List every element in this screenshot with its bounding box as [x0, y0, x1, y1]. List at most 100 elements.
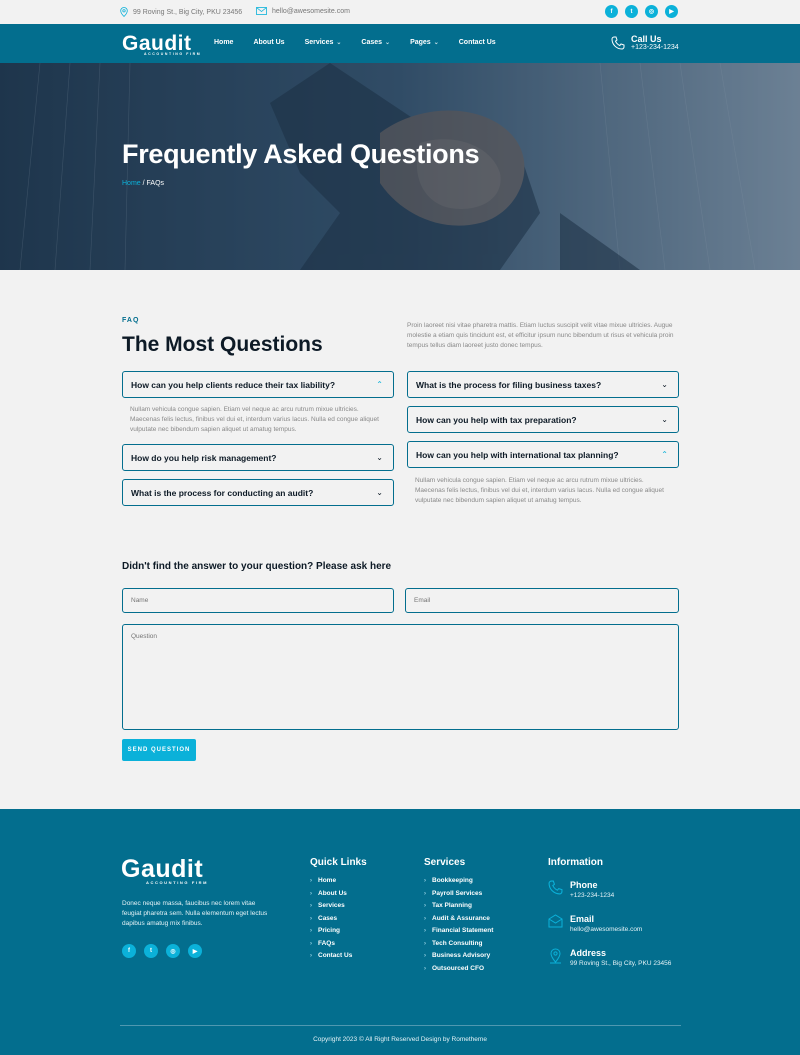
- topbar-email[interactable]: hello@awesomesite.com: [256, 7, 350, 15]
- nav-home-label: Home: [214, 39, 234, 46]
- instagram-icon[interactable]: ◎: [645, 5, 658, 18]
- footer-logo[interactable]: Gaudit Accounting Firm: [121, 855, 208, 886]
- chevron-right-icon: ›: [424, 940, 426, 947]
- faq-answer: Nullam vehicula congue sapien. Etiam vel…: [130, 406, 379, 433]
- nav-about[interactable]: About Us: [253, 39, 284, 46]
- chevron-right-icon: ›: [424, 915, 426, 922]
- faq-item-risk-management[interactable]: How do you help risk management? ⌄: [122, 444, 394, 471]
- footer-logo-wordmark: Gaudit: [121, 855, 204, 883]
- chevron-down-icon: ⌄: [433, 40, 439, 46]
- footer-service-audit[interactable]: › Audit & Assurance: [424, 913, 493, 926]
- chevron-right-icon: ›: [424, 953, 426, 959]
- footer-service-business-advisory[interactable]: › Business Advisory: [424, 950, 493, 963]
- site-footer: Gaudit Accounting Firm Donec neque massa…: [0, 809, 800, 1055]
- footer-service-bookkeeping[interactable]: › Bookkeeping: [424, 875, 493, 888]
- footer-link-pricing[interactable]: › Pricing: [310, 925, 352, 938]
- facebook-icon[interactable]: f: [122, 944, 136, 958]
- phone-icon: [548, 880, 563, 895]
- footer-link-about[interactable]: › About Us: [310, 888, 352, 901]
- site-logo[interactable]: Gaudit Accounting Firm: [122, 33, 201, 56]
- footer-link-contact[interactable]: › Contact Us: [310, 950, 352, 963]
- chevron-up-icon: ⌃: [661, 450, 668, 459]
- faq-eyebrow: FAQ: [122, 317, 140, 324]
- chevron-right-icon: ›: [424, 965, 426, 972]
- nav-services[interactable]: Services ⌄: [305, 39, 342, 46]
- call-us[interactable]: Call Us +123-234-1234: [611, 34, 679, 51]
- footer-service-tech-consulting[interactable]: › Tech Consulting: [424, 938, 493, 951]
- send-question-button[interactable]: SEND QUESTION: [122, 739, 196, 761]
- question-form-title: Didn't find the answer to your question?…: [122, 561, 392, 572]
- main-nav: Home About Us Services ⌄ Cases ⌄ Pages ⌄ Co…: [214, 39, 516, 46]
- faq-item-international-tax[interactable]: How can you help with international tax …: [407, 441, 679, 468]
- faq-question: How can you help with international tax …: [416, 449, 619, 460]
- quick-links-list: › Home › About Us › Services › Cases › Pricin…: [310, 875, 352, 963]
- chevron-right-icon: ›: [424, 928, 426, 934]
- instagram-icon[interactable]: ◎: [166, 944, 180, 958]
- chevron-right-icon: ›: [310, 878, 312, 884]
- location-pin-icon: [550, 948, 561, 964]
- chevron-down-icon: ⌄: [661, 380, 668, 389]
- nav-contact-label: Contact Us: [458, 39, 496, 46]
- facebook-icon[interactable]: f: [605, 5, 618, 18]
- nav-contact[interactable]: Contact Us: [459, 39, 496, 46]
- topbar-email-text[interactable]: hello@awesomesite.com: [272, 8, 350, 15]
- faq-question: How can you help with tax preparation?: [416, 414, 577, 425]
- youtube-icon[interactable]: ▶: [665, 5, 678, 18]
- footer-service-outsourced-cfo[interactable]: › Outsourced CFO: [424, 963, 493, 976]
- footer-link-home[interactable]: › Home: [310, 875, 352, 888]
- call-us-number: +123-234-1234: [631, 44, 679, 51]
- chevron-right-icon: ›: [310, 890, 312, 897]
- email-input[interactable]: [405, 588, 679, 613]
- faq-question: What is the process for conducting an au…: [131, 487, 314, 498]
- topbar-address-text: 99 Roving St., Big City, PKU 23456: [133, 8, 243, 16]
- faq-question: What is the process for filing business …: [416, 379, 602, 390]
- name-input[interactable]: [122, 588, 394, 613]
- faq-answer: Nullam vehicula congue sapien. Etiam vel…: [415, 477, 664, 504]
- footer-address-value: 99 Roving St., Big City, PKU 23456: [570, 960, 672, 967]
- footer-phone[interactable]: Phone +123-234-1234: [548, 880, 614, 899]
- footer-socials: f t ◎ ▶: [122, 944, 202, 958]
- chevron-right-icon: ›: [310, 928, 312, 934]
- page-hero: Frequently Asked Questions Home / FAQs: [0, 63, 800, 270]
- information-title: Information: [548, 857, 603, 868]
- youtube-icon[interactable]: ▶: [188, 944, 202, 958]
- nav-home[interactable]: Home: [214, 39, 233, 46]
- footer-link-faqs[interactable]: › FAQs: [310, 938, 352, 951]
- footer-phone-value: +123-234-1234: [570, 892, 615, 899]
- chevron-right-icon: ›: [424, 903, 426, 909]
- nav-cases[interactable]: Cases ⌄: [361, 39, 390, 46]
- footer-service-payroll[interactable]: › Payroll Services: [424, 888, 493, 901]
- twitter-icon[interactable]: t: [144, 944, 158, 958]
- footer-service-label: Bookkeeping: [432, 877, 473, 884]
- footer-service-tax-planning[interactable]: › Tax Planning: [424, 900, 493, 913]
- breadcrumb-home[interactable]: Home: [122, 180, 141, 187]
- chevron-down-icon: ⌄: [376, 453, 383, 462]
- footer-link-label: Services: [318, 902, 345, 909]
- footer-address: Address 99 Roving St., Big City, PKU 234…: [548, 948, 671, 967]
- footer-link-services[interactable]: › Services: [310, 900, 352, 913]
- question-textarea[interactable]: [122, 624, 679, 730]
- faq-item-filing-taxes[interactable]: What is the process for filing business …: [407, 371, 679, 398]
- footer-service-label: Financial Statement: [432, 927, 494, 934]
- footer-service-label: Business Advisory: [432, 952, 491, 959]
- top-bar: 99 Roving St., Big City, PKU 23456 hello…: [0, 0, 800, 24]
- faq-question: How do you help risk management?: [131, 452, 277, 463]
- footer-address-label: Address: [570, 948, 607, 958]
- nav-pages[interactable]: Pages ⌄: [410, 39, 439, 46]
- faq-item-tax-liability[interactable]: How can you help clients reduce their ta…: [122, 371, 394, 398]
- chevron-up-icon: ⌃: [376, 380, 383, 389]
- footer-email-label: Email: [570, 914, 595, 924]
- footer-link-label: Cases: [318, 914, 338, 922]
- faq-question: How can you help clients reduce their ta…: [131, 379, 336, 390]
- location-pin-icon: [120, 7, 128, 17]
- faq-item-tax-preparation[interactable]: How can you help with tax preparation? ⌄: [407, 406, 679, 433]
- copyright-text: Copyright 2023 © All Right Reserved Desi…: [313, 1036, 487, 1043]
- twitter-icon[interactable]: t: [625, 5, 638, 18]
- footer-link-cases[interactable]: › Cases: [310, 913, 352, 926]
- faq-item-audit-process[interactable]: What is the process for conducting an au…: [122, 479, 394, 506]
- faq-intro: Proin laoreet nisi vitae pharetra mattis…: [407, 322, 674, 349]
- footer-email[interactable]: Email hello@awesomesite.com: [548, 914, 642, 933]
- footer-link-label: Home: [318, 877, 337, 884]
- footer-service-financial-statement[interactable]: › Financial Statement: [424, 925, 493, 938]
- chevron-down-icon: ⌄: [661, 415, 668, 424]
